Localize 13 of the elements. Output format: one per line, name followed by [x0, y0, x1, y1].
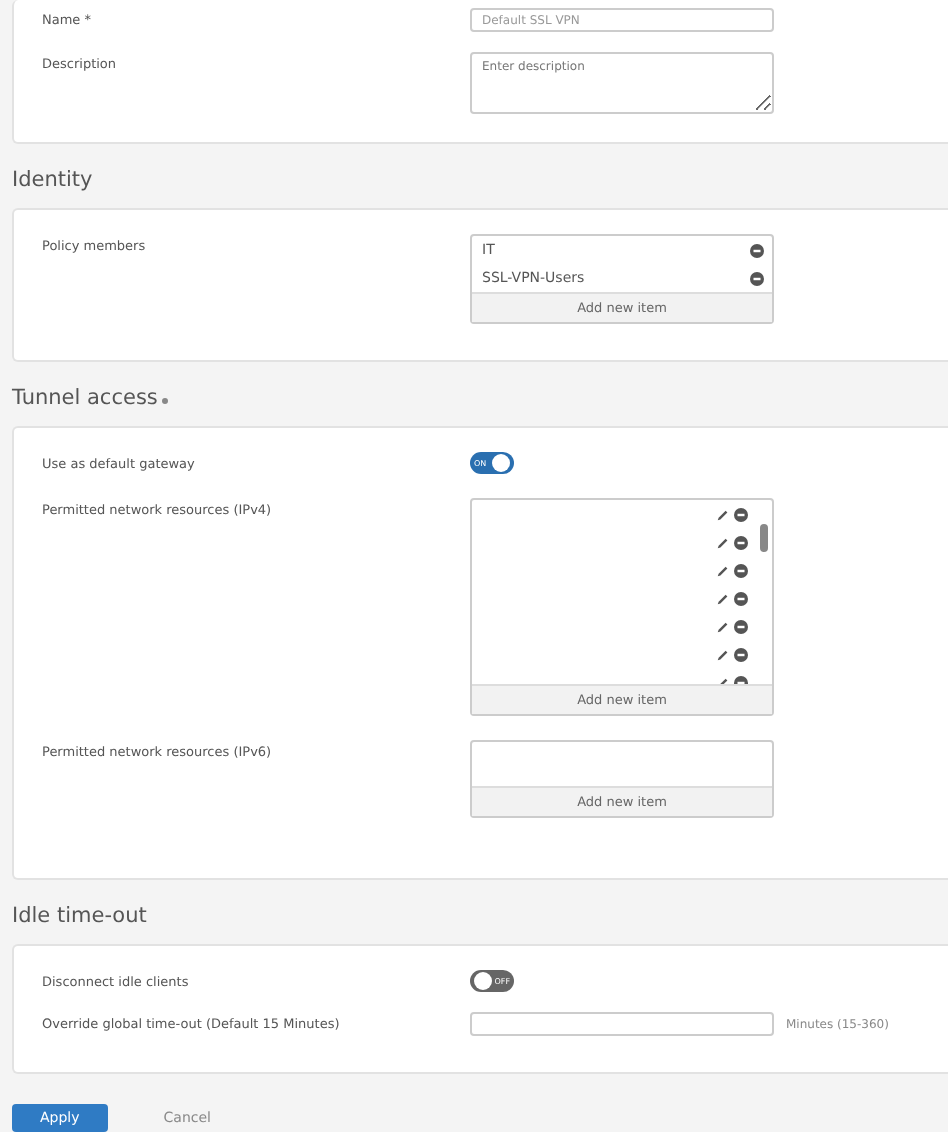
section-title: Identity	[12, 168, 93, 192]
text-field[interactable]	[470, 1012, 774, 1036]
remove-icon[interactable]	[750, 271, 764, 285]
remove-icon[interactable]	[734, 535, 748, 549]
remove-icon[interactable]	[734, 647, 748, 661]
section-title: Idle time-out	[12, 904, 147, 928]
scrollbar[interactable]	[760, 524, 768, 552]
remove-icon[interactable]	[734, 563, 748, 577]
section-title: Tunnel access	[12, 386, 158, 410]
remove-icon[interactable]	[734, 507, 748, 521]
remove-icon[interactable]	[750, 243, 764, 257]
remove-icon[interactable]	[734, 619, 748, 633]
remove-icon[interactable]	[734, 591, 748, 605]
